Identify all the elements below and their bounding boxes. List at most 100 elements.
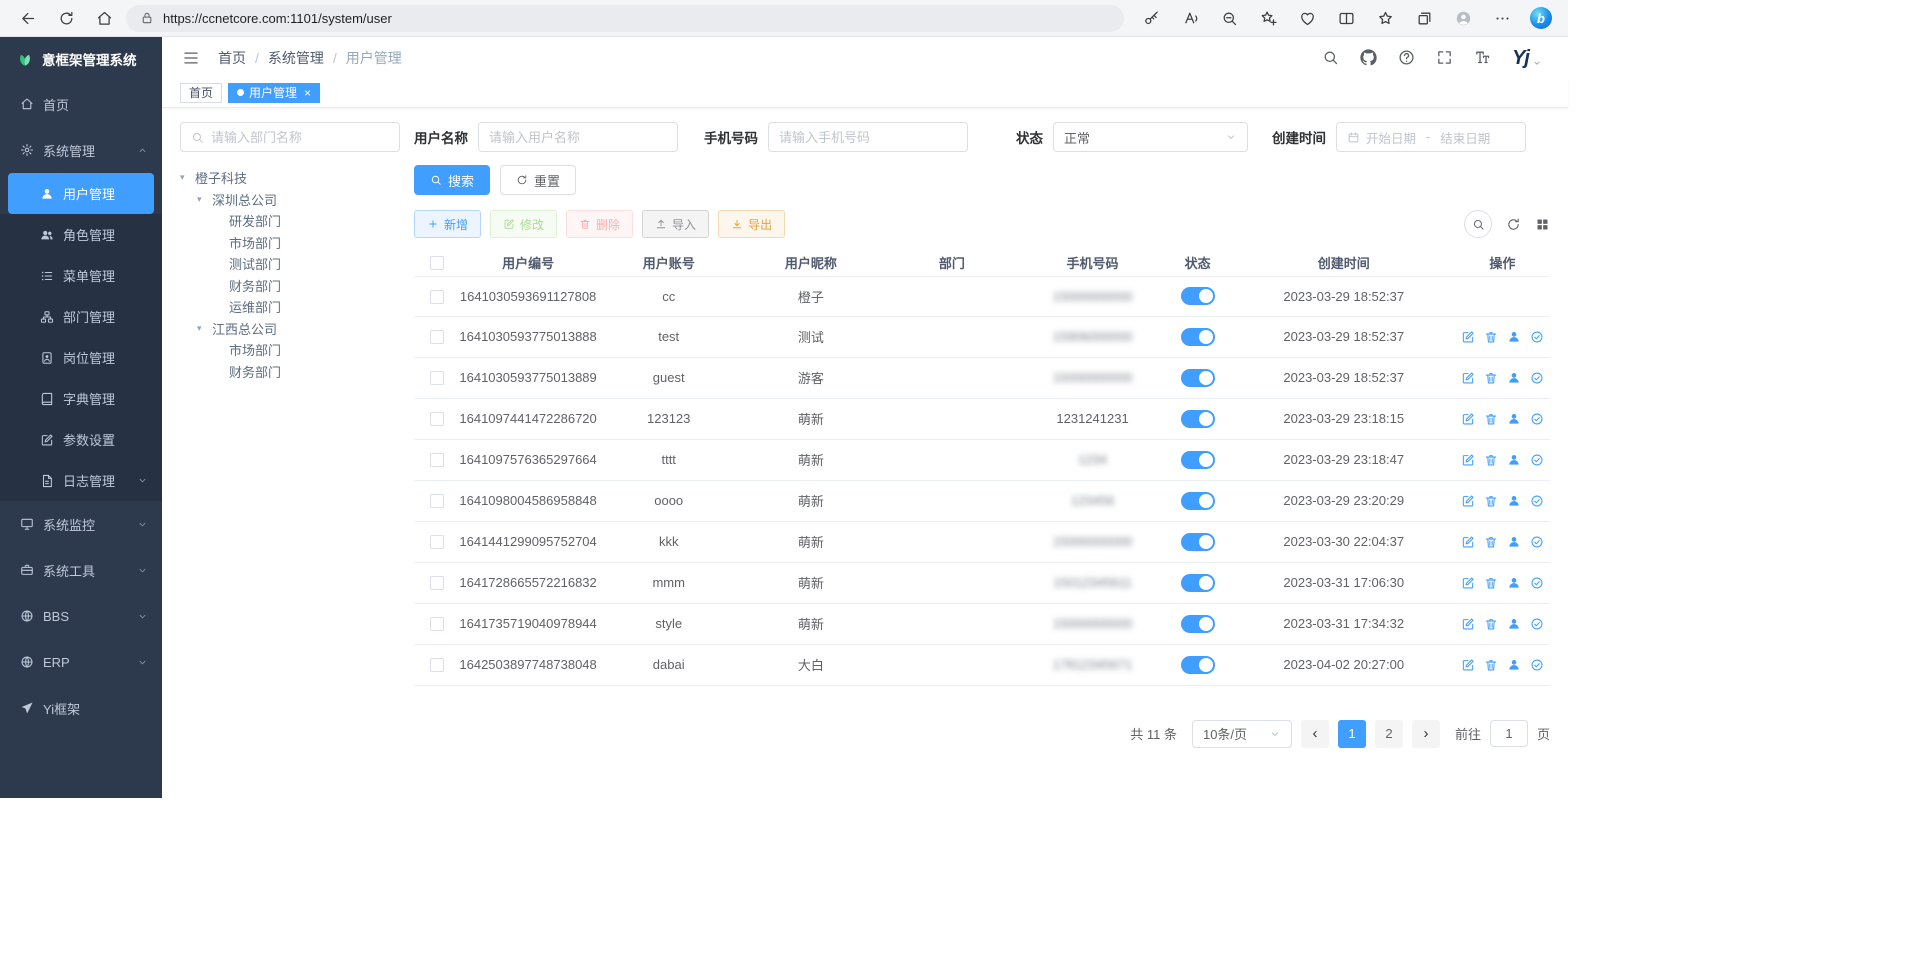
row-delete-icon[interactable] xyxy=(1484,658,1498,672)
status-toggle[interactable] xyxy=(1181,369,1215,387)
status-toggle[interactable] xyxy=(1181,574,1215,592)
sidebar-item-dept[interactable]: 部门管理 xyxy=(0,296,162,337)
row-delete-icon[interactable] xyxy=(1484,453,1498,467)
row-reset-password-icon[interactable] xyxy=(1507,494,1521,508)
row-checkbox[interactable] xyxy=(430,371,444,385)
tree-node[interactable]: 研发部门 xyxy=(180,210,400,232)
row-edit-icon[interactable] xyxy=(1461,371,1475,385)
sidebar-item-bbs[interactable]: BBS xyxy=(0,593,162,639)
sidebar-item-monitor[interactable]: 系统监控 xyxy=(0,501,162,547)
row-assign-role-icon[interactable] xyxy=(1530,412,1544,426)
row-reset-password-icon[interactable] xyxy=(1507,412,1521,426)
column-settings-button[interactable] xyxy=(1535,217,1550,232)
favorites-add-icon[interactable] xyxy=(1251,3,1285,33)
sidebar-item-tools[interactable]: 系统工具 xyxy=(0,547,162,593)
read-aloud-icon[interactable] xyxy=(1173,3,1207,33)
status-toggle[interactable] xyxy=(1181,533,1215,551)
row-checkbox[interactable] xyxy=(430,535,444,549)
sidebar-item-dict[interactable]: 字典管理 xyxy=(0,378,162,419)
favorites-bar-icon[interactable] xyxy=(1368,3,1402,33)
prev-page-button[interactable]: ‹ xyxy=(1301,720,1329,748)
row-reset-password-icon[interactable] xyxy=(1507,658,1521,672)
row-assign-role-icon[interactable] xyxy=(1530,535,1544,549)
zoom-out-icon[interactable] xyxy=(1212,3,1246,33)
tab-用户管理[interactable]: 用户管理× xyxy=(228,83,320,103)
page-2-button[interactable]: 2 xyxy=(1375,720,1403,748)
row-delete-icon[interactable] xyxy=(1484,412,1498,426)
row-reset-password-icon[interactable] xyxy=(1507,535,1521,549)
add-button[interactable]: 新增 xyxy=(414,210,481,238)
page-size-select[interactable]: 10条/页 xyxy=(1192,720,1292,748)
export-button[interactable]: 导出 xyxy=(718,210,785,238)
sidebar-item-system[interactable]: 系统管理 xyxy=(0,127,162,173)
breadcrumb-item[interactable]: 首页 xyxy=(218,48,246,68)
home-icon[interactable] xyxy=(88,3,120,33)
row-reset-password-icon[interactable] xyxy=(1507,617,1521,631)
tree-node[interactable]: ▾江西总公司 xyxy=(180,318,400,340)
sidebar-item-menu[interactable]: 菜单管理 xyxy=(0,255,162,296)
more-icon[interactable] xyxy=(1485,3,1519,33)
tree-node[interactable]: 测试部门 xyxy=(180,253,400,275)
row-assign-role-icon[interactable] xyxy=(1530,330,1544,344)
tree-node[interactable]: ▾深圳总公司 xyxy=(180,189,400,211)
sidebar-item-home[interactable]: 首页 xyxy=(0,81,162,127)
row-checkbox[interactable] xyxy=(430,290,444,304)
row-checkbox[interactable] xyxy=(430,330,444,344)
essentials-icon[interactable] xyxy=(1290,3,1324,33)
row-edit-icon[interactable] xyxy=(1461,412,1475,426)
row-assign-role-icon[interactable] xyxy=(1530,453,1544,467)
tree-node[interactable]: 财务部门 xyxy=(180,361,400,383)
row-checkbox[interactable] xyxy=(430,576,444,590)
split-screen-icon[interactable] xyxy=(1329,3,1363,33)
row-checkbox[interactable] xyxy=(430,617,444,631)
phone-input[interactable] xyxy=(779,130,957,145)
status-toggle[interactable] xyxy=(1181,287,1215,305)
github-icon[interactable] xyxy=(1360,49,1377,66)
tree-node[interactable]: 财务部门 xyxy=(180,275,400,297)
show-search-button[interactable] xyxy=(1464,210,1492,238)
row-assign-role-icon[interactable] xyxy=(1530,494,1544,508)
status-select[interactable]: 正常 xyxy=(1053,122,1248,152)
row-edit-icon[interactable] xyxy=(1461,535,1475,549)
delete-button[interactable]: 删除 xyxy=(566,210,633,238)
page-1-button[interactable]: 1 xyxy=(1338,720,1366,748)
row-delete-icon[interactable] xyxy=(1484,494,1498,508)
search-icon[interactable] xyxy=(1322,49,1339,66)
row-edit-icon[interactable] xyxy=(1461,576,1475,590)
row-checkbox[interactable] xyxy=(430,658,444,672)
row-reset-password-icon[interactable] xyxy=(1507,453,1521,467)
select-all-checkbox[interactable] xyxy=(430,256,444,270)
row-delete-icon[interactable] xyxy=(1484,535,1498,549)
hamburger-icon[interactable] xyxy=(182,49,200,67)
row-checkbox[interactable] xyxy=(430,453,444,467)
collections-icon[interactable] xyxy=(1407,3,1441,33)
sidebar-item-erp[interactable]: ERP xyxy=(0,639,162,685)
question-icon[interactable] xyxy=(1398,49,1415,66)
status-toggle[interactable] xyxy=(1181,328,1215,346)
row-reset-password-icon[interactable] xyxy=(1507,576,1521,590)
sidebar-item-user[interactable]: 用户管理 xyxy=(8,173,154,214)
username-input[interactable] xyxy=(489,130,667,145)
tab-首页[interactable]: 首页 xyxy=(180,83,222,103)
profile-icon[interactable] xyxy=(1446,3,1480,33)
reload-icon[interactable] xyxy=(50,3,82,33)
row-edit-icon[interactable] xyxy=(1461,453,1475,467)
search-button[interactable]: 搜索 xyxy=(414,165,490,195)
sidebar-item-role[interactable]: 角色管理 xyxy=(0,214,162,255)
row-checkbox[interactable] xyxy=(430,412,444,426)
dept-search-input[interactable] xyxy=(211,130,389,145)
row-delete-icon[interactable] xyxy=(1484,576,1498,590)
row-edit-icon[interactable] xyxy=(1461,494,1475,508)
sidebar-item-post[interactable]: 岗位管理 xyxy=(0,337,162,378)
row-assign-role-icon[interactable] xyxy=(1530,658,1544,672)
fullscreen-icon[interactable] xyxy=(1436,49,1453,66)
row-edit-icon[interactable] xyxy=(1461,658,1475,672)
sidebar-item-log[interactable]: 日志管理 xyxy=(0,460,162,501)
goto-page-input[interactable] xyxy=(1490,720,1528,747)
import-button[interactable]: 导入 xyxy=(642,210,709,238)
next-page-button[interactable]: › xyxy=(1412,720,1440,748)
row-assign-role-icon[interactable] xyxy=(1530,576,1544,590)
status-toggle[interactable] xyxy=(1181,410,1215,428)
status-toggle[interactable] xyxy=(1181,656,1215,674)
tree-node[interactable]: ▾橙子科技 xyxy=(180,167,400,189)
